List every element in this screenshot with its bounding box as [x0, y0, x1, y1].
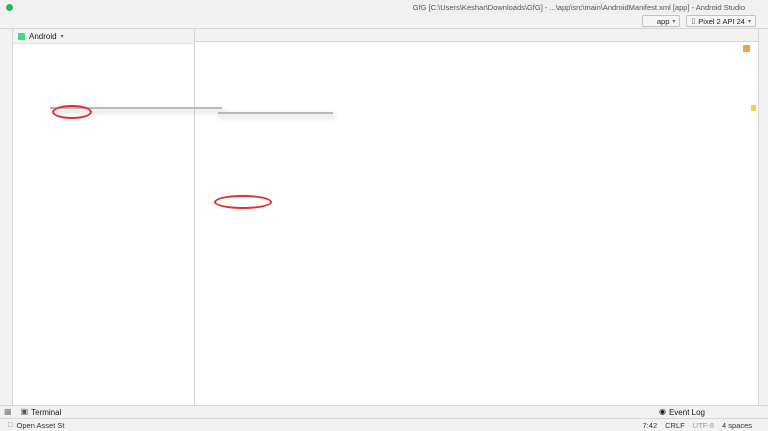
android-studio-logo-icon	[6, 4, 13, 11]
status-bar: □ Open Asset St 7:42 CRLF UTF-8 4 spaces	[0, 418, 768, 431]
terminal-button[interactable]: ▣ Terminal	[18, 408, 65, 417]
new-submenu	[218, 112, 333, 114]
context-menu	[50, 107, 222, 109]
event-log-button[interactable]: ◉ Event Log	[656, 408, 708, 417]
run-toolbar: app ▾ ▯ Pixel 2 API 24 ▾	[636, 15, 762, 27]
status-hint-icon: □	[8, 421, 13, 429]
run-configuration-label: app	[657, 17, 670, 26]
project-view-selector[interactable]: Android	[29, 32, 57, 41]
tool-window-bar: ▦ ▣ Terminal ◉ Event Log	[0, 405, 768, 418]
device-select[interactable]: ▯ Pixel 2 API 24 ▾	[686, 15, 756, 27]
title-bar: GfG [C:\Users\Keshar\Downloads\GfG] - ..…	[0, 0, 768, 14]
app-module-icon	[647, 18, 654, 25]
file-encoding[interactable]: UTF-8	[693, 421, 714, 430]
project-panel: Android ▾	[13, 29, 195, 405]
navigation-bar: app ▾ ▯ Pixel 2 API 24 ▾	[0, 14, 768, 29]
scrollbar-highlight-mark	[751, 105, 756, 111]
android-view-icon	[18, 33, 25, 40]
run-configuration-select[interactable]: app ▾	[642, 15, 681, 27]
chevron-down-icon: ▾	[748, 18, 751, 25]
status-widgets: 7:42 CRLF UTF-8 4 spaces	[643, 421, 760, 430]
caret-position[interactable]: 7:42	[643, 421, 658, 430]
status-hint: □ Open Asset St	[8, 421, 64, 430]
ide-body: Android ▾	[0, 29, 768, 405]
event-log-icon: ◉	[659, 408, 666, 416]
line-ending[interactable]: CRLF	[665, 421, 685, 430]
editor-area[interactable]	[195, 29, 758, 405]
quick-access-icon[interactable]: ▦	[4, 408, 12, 416]
inspection-indicator-icon[interactable]	[743, 45, 750, 52]
indent-setting[interactable]: 4 spaces	[722, 421, 752, 430]
terminal-label: Terminal	[31, 408, 61, 417]
chevron-down-icon: ▾	[61, 33, 64, 40]
event-log-label: Event Log	[669, 408, 705, 417]
project-panel-header: Android ▾	[13, 29, 194, 44]
right-tool-stripe	[758, 29, 768, 405]
chevron-down-icon: ▾	[672, 18, 675, 25]
window-title: GfG [C:\Users\Keshar\Downloads\GfG] - ..…	[413, 3, 745, 12]
device-label: Pixel 2 API 24	[698, 17, 745, 26]
left-tool-stripe	[0, 29, 13, 405]
android-studio-window: GfG [C:\Users\Keshar\Downloads\GfG] - ..…	[0, 0, 768, 431]
code-editor[interactable]	[195, 42, 758, 44]
editor-tabs	[195, 29, 758, 42]
terminal-icon: ▣	[21, 408, 29, 416]
project-tree	[13, 44, 194, 46]
phone-icon: ▯	[691, 18, 695, 25]
status-hint-text: Open Asset St	[17, 421, 65, 430]
